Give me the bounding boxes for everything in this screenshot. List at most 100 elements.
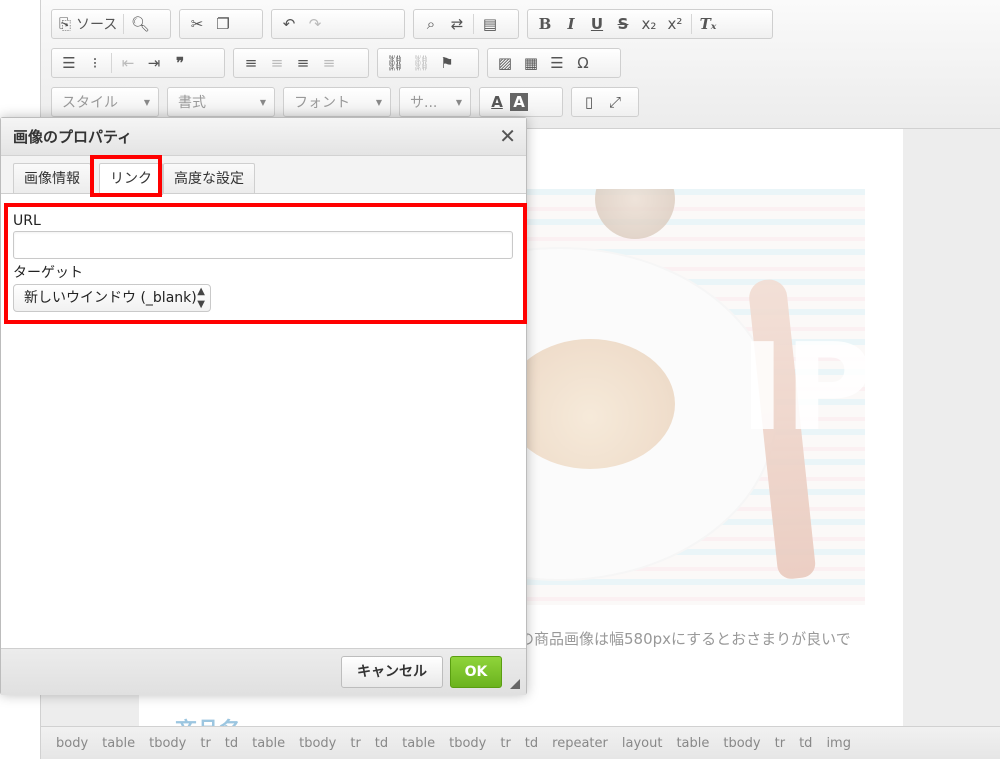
anchor-flag-icon[interactable]: ⚑ xyxy=(434,51,460,75)
preview-icon[interactable]: 🔍︎ xyxy=(127,12,153,36)
style-combo-label: スタイル xyxy=(62,95,118,111)
path-crumb[interactable]: img xyxy=(826,736,851,751)
path-crumb[interactable]: tr xyxy=(200,736,210,751)
path-crumb[interactable]: layout xyxy=(622,736,663,751)
path-crumb[interactable]: tbody xyxy=(723,736,760,751)
justify-icon[interactable]: ≡ xyxy=(316,51,342,75)
redo-icon[interactable]: ↷ xyxy=(302,12,328,36)
dialog-footer: キャンセル OK xyxy=(1,648,526,695)
dialog-title: 画像のプロパティ xyxy=(1,118,526,156)
toolbar-group-colors: A A xyxy=(479,87,563,117)
sample-watermark: IPLE xyxy=(740,319,865,458)
path-crumb[interactable]: tbody xyxy=(299,736,336,751)
image-icon[interactable]: ▨ xyxy=(492,51,518,75)
dropdown-arrow-icon: ▼ xyxy=(375,97,382,107)
separator xyxy=(123,14,125,34)
size-combo-label: サ... xyxy=(410,95,438,111)
toolbar-group-basicstyles: B I U S x₂ x² Tₓ xyxy=(527,9,773,39)
source-icon[interactable]: ⎘ ソース xyxy=(56,12,120,36)
product-image[interactable]: IPLE xyxy=(525,189,865,605)
text-color-icon[interactable]: A xyxy=(484,90,510,114)
target-select-value: 新しいウインドウ (_blank) xyxy=(24,290,197,306)
path-crumb[interactable]: tr xyxy=(350,736,360,751)
toolbar-group-undo: ↶ ↷ xyxy=(271,9,405,39)
path-crumb[interactable]: tr xyxy=(500,736,510,751)
tab-advanced[interactable]: 高度な設定 xyxy=(163,163,255,193)
tab-image-info[interactable]: 画像情報 xyxy=(13,163,91,193)
indent-icon[interactable]: ⇥ xyxy=(141,51,167,75)
toolbar-group-find: ⌕ ⇄ ▤ xyxy=(413,9,519,39)
dropdown-arrow-icon: ▼ xyxy=(455,97,462,107)
undo-icon[interactable]: ↶ xyxy=(276,12,302,36)
size-combo[interactable]: サ... ▼ xyxy=(399,87,471,117)
bg-color-icon[interactable]: A xyxy=(510,93,528,111)
separator xyxy=(111,53,112,73)
strikethrough-icon[interactable]: S xyxy=(610,12,636,36)
url-input[interactable] xyxy=(13,231,513,259)
underline-icon[interactable]: U xyxy=(584,12,610,36)
italic-icon[interactable]: I xyxy=(558,12,584,36)
path-crumb[interactable]: tbody xyxy=(149,736,186,751)
numbered-list-icon[interactable]: ☰ xyxy=(56,51,82,75)
dropdown-arrow-icon: ▼ xyxy=(259,97,266,107)
font-combo-label: フォント xyxy=(294,95,350,111)
dropdown-arrow-icon: ▼ xyxy=(143,97,150,107)
font-combo[interactable]: フォント ▼ xyxy=(283,87,391,117)
table-icon[interactable]: ▦ xyxy=(518,51,544,75)
format-combo[interactable]: 書式 ▼ xyxy=(167,87,275,117)
blockquote-icon[interactable]: ❞ xyxy=(167,51,193,75)
maximize-icon[interactable]: ⤢ xyxy=(602,90,628,114)
bold-icon[interactable]: B xyxy=(532,12,558,36)
separator xyxy=(473,14,474,34)
path-crumb[interactable]: table xyxy=(676,736,709,751)
path-crumb[interactable]: table xyxy=(402,736,435,751)
toolbar-group-links: ⛓ ⛓ ⚑ xyxy=(377,48,479,78)
close-icon[interactable]: ✕ xyxy=(499,124,516,148)
ok-button[interactable]: OK xyxy=(450,656,502,688)
target-select[interactable]: 新しいウインドウ (_blank) ▲ ▼ xyxy=(13,284,211,312)
path-crumb[interactable]: table xyxy=(252,736,285,751)
target-label: ターゲット xyxy=(13,265,83,281)
horizontal-rule-icon[interactable]: ☰ xyxy=(544,51,570,75)
editor-toolbar: ⎘ ソース 🔍︎ ✂ ❐ ↶ ↷ ⌕ ⇄ ▤ B I U S x₂ x² Tₓ … xyxy=(41,0,1000,129)
select-all-icon[interactable]: ▤ xyxy=(477,12,503,36)
path-crumb[interactable]: td xyxy=(525,736,538,751)
resize-handle-icon[interactable] xyxy=(510,679,520,689)
special-char-icon[interactable]: Ω xyxy=(570,51,596,75)
style-combo[interactable]: スタイル ▼ xyxy=(51,87,159,117)
path-crumb[interactable]: td xyxy=(225,736,238,751)
select-updown-icon: ▲ ▼ xyxy=(197,286,205,310)
cut-icon[interactable]: ✂ xyxy=(184,12,210,36)
format-combo-label: 書式 xyxy=(178,95,206,111)
source-button-label: ソース xyxy=(76,17,118,33)
bulleted-list-icon[interactable]: ⁝ xyxy=(82,51,108,75)
toolbar-group-clipboard: ✂ ❐ xyxy=(179,9,263,39)
url-label: URL xyxy=(13,213,41,229)
copy-icon[interactable]: ❐ xyxy=(210,12,236,36)
tab-link[interactable]: リンク xyxy=(99,163,163,195)
align-center-icon[interactable]: ≡ xyxy=(264,51,290,75)
replace-icon[interactable]: ⇄ xyxy=(444,12,470,36)
unlink-icon[interactable]: ⛓ xyxy=(408,51,434,75)
toolbar-group-document: ⎘ ソース 🔍︎ xyxy=(51,9,171,39)
align-right-icon[interactable]: ≡ xyxy=(290,51,316,75)
superscript-icon[interactable]: x² xyxy=(662,12,688,36)
path-crumb[interactable]: tr xyxy=(775,736,785,751)
path-crumb[interactable]: repeater xyxy=(552,736,608,751)
path-crumb[interactable]: td xyxy=(799,736,812,751)
image-properties-dialog: 画像のプロパティ ✕ 画像情報 リンク 高度な設定 URL ターゲット 新しいウ… xyxy=(0,117,527,695)
path-crumb[interactable]: body xyxy=(56,736,88,751)
path-crumb[interactable]: table xyxy=(102,736,135,751)
path-crumb[interactable]: td xyxy=(375,736,388,751)
align-left-icon[interactable]: ≡ xyxy=(238,51,264,75)
find-icon[interactable]: ⌕ xyxy=(418,12,444,36)
cancel-button[interactable]: キャンセル xyxy=(341,656,443,688)
element-path-bar: body table tbody tr td table tbody tr td table tbo… xyxy=(41,726,1000,759)
link-icon[interactable]: ⛓ xyxy=(382,51,408,75)
path-crumb[interactable]: tbody xyxy=(449,736,486,751)
show-blocks-icon[interactable]: ▯ xyxy=(576,90,602,114)
remove-format-icon[interactable]: Tₓ xyxy=(695,12,721,36)
outdent-icon[interactable]: ⇤ xyxy=(115,51,141,75)
subscript-icon[interactable]: x₂ xyxy=(636,12,662,36)
toolbar-group-paragraph: ☰ ⁝ ⇤ ⇥ ❞ xyxy=(51,48,225,78)
